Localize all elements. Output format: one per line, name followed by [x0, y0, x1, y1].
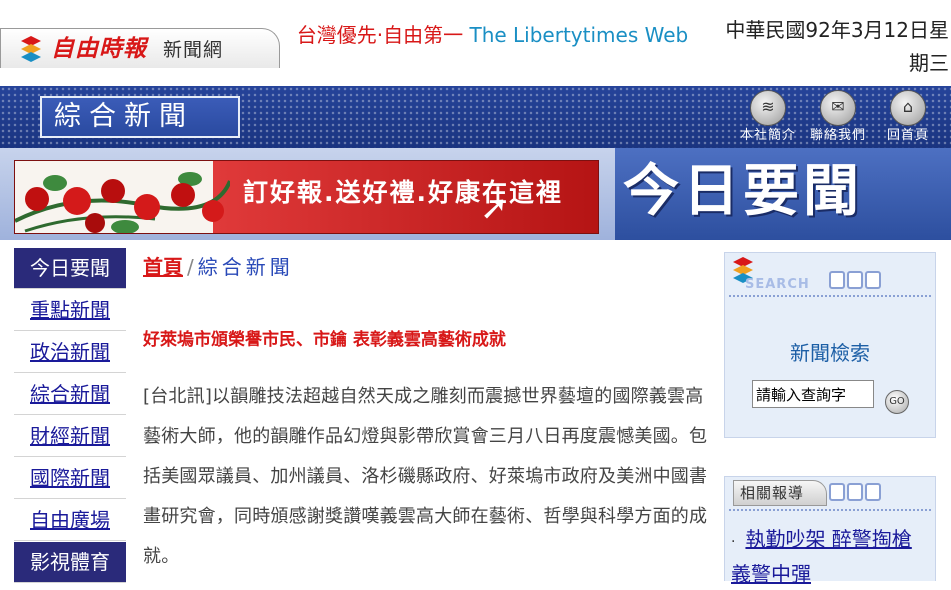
logo-stack-icon	[21, 36, 41, 62]
nav-today-news[interactable]: 今日要聞	[14, 248, 126, 289]
dotted-divider	[729, 509, 931, 511]
date-display: 中華民國92年3月12日星 期三	[689, 14, 949, 80]
top-bar: 自由時報 新聞網 台灣優先·自由第一 The Libertytimes Web …	[0, 0, 951, 86]
today-news-title: 今日要聞	[623, 158, 863, 224]
missing-glyph-boxes	[829, 271, 881, 289]
breadcrumb-section: 綜合新聞	[197, 255, 294, 279]
header-nav-about[interactable]: ≋ 本社簡介	[737, 90, 799, 144]
home-icon: ⌂	[890, 90, 926, 126]
search-title: 新聞檢索	[790, 341, 870, 365]
ad-text: 訂好報.送好禮.好康在這裡	[243, 178, 563, 207]
search-go-button[interactable]: GO	[885, 390, 909, 414]
search-input[interactable]	[752, 380, 874, 408]
header-nav-label: 聯絡我們	[809, 128, 866, 143]
section-header: 綜合新聞 ≋ 本社簡介 ✉ 聯絡我們 ⌂ 回首頁	[0, 86, 951, 148]
breadcrumb-separator: /	[187, 255, 194, 279]
logo-suffix: 新聞網	[163, 39, 224, 61]
article-body: [台北訊]以韻雕技法超越自然天成之雕刻而震撼世界藝壇的國際義雲高藝術大師，他的韻…	[143, 386, 708, 567]
nav-focus-news[interactable]: 重點新聞	[14, 290, 126, 331]
date-line-1: 中華民國92年3月12日星	[725, 18, 949, 42]
related-news-tab: 相關報導	[733, 480, 827, 506]
stack-icon: ≋	[750, 90, 786, 126]
missing-glyph-boxes	[829, 483, 881, 501]
header-nav-label: 回首頁	[886, 128, 929, 143]
today-news-panel: 今日要聞	[615, 148, 951, 240]
site-logo[interactable]: 自由時報 新聞網	[0, 28, 280, 68]
logo-name: 自由時報	[51, 35, 147, 62]
article: 首頁 / 綜合新聞 好萊塢市頒榮譽市民、市鑰 表彰義雲高藝術成就 [台北訊]以韻雕技…	[143, 252, 708, 577]
nav-international[interactable]: 國際新聞	[14, 458, 126, 499]
related-news-link[interactable]: · 執勤吵架 醉警掏槍 義警中彈	[731, 523, 926, 590]
banner-row: 訂好報.送好禮.好康在這裡 ➚ 今日要聞	[0, 148, 951, 240]
slogan-chinese: 台灣優先·自由第一	[296, 23, 464, 47]
date-line-2: 期三	[909, 51, 949, 75]
nav-liberty-square[interactable]: 自由廣場	[14, 500, 126, 541]
section-title: 綜合新聞	[40, 96, 240, 138]
search-label: SEARCH	[745, 277, 810, 292]
header-nav-contact[interactable]: ✉ 聯絡我們	[807, 90, 869, 144]
bullet-dot-icon: ·	[731, 534, 736, 550]
slogan-english: The Libertytimes Web	[469, 23, 689, 47]
header-nav-label: 本社簡介	[739, 128, 796, 143]
subscription-ad-banner[interactable]: 訂好報.送好禮.好康在這裡 ➚	[14, 160, 599, 234]
breadcrumb: 首頁 / 綜合新聞	[143, 252, 708, 282]
dotted-divider	[729, 295, 931, 297]
nav-finance[interactable]: 財經新聞	[14, 416, 126, 457]
site-slogan: 台灣優先·自由第一 The Libertytimes Web	[290, 20, 695, 50]
nav-politics[interactable]: 政治新聞	[14, 332, 126, 373]
header-nav-home[interactable]: ⌂ 回首頁	[877, 90, 939, 144]
nav-entertainment-sports[interactable]: 影視體育	[14, 542, 126, 583]
breadcrumb-home-link[interactable]: 首頁	[143, 255, 183, 279]
related-news-box: 相關報導 · 執勤吵架 醉警掏槍 義警中彈	[724, 476, 936, 586]
nav-general-news[interactable]: 綜合新聞	[14, 374, 126, 415]
header-nav: ≋ 本社簡介 ✉ 聯絡我們 ⌂ 回首頁	[737, 90, 939, 144]
article-headline: 好萊塢市頒榮譽市民、市鑰 表彰義雲高藝術成就	[143, 330, 506, 350]
related-news-link-text[interactable]: 執勤吵架 醉警掏槍 義警中彈	[731, 527, 912, 586]
mail-icon: ✉	[820, 90, 856, 126]
news-search-box: SEARCH 新聞檢索 GO	[724, 252, 936, 438]
roses-image	[15, 172, 230, 233]
cursor-arrow-icon: ➚	[480, 188, 509, 228]
left-nav: 今日要聞 重點新聞 政治新聞 綜合新聞 財經新聞 國際新聞 自由廣場 影視體育	[14, 248, 126, 584]
